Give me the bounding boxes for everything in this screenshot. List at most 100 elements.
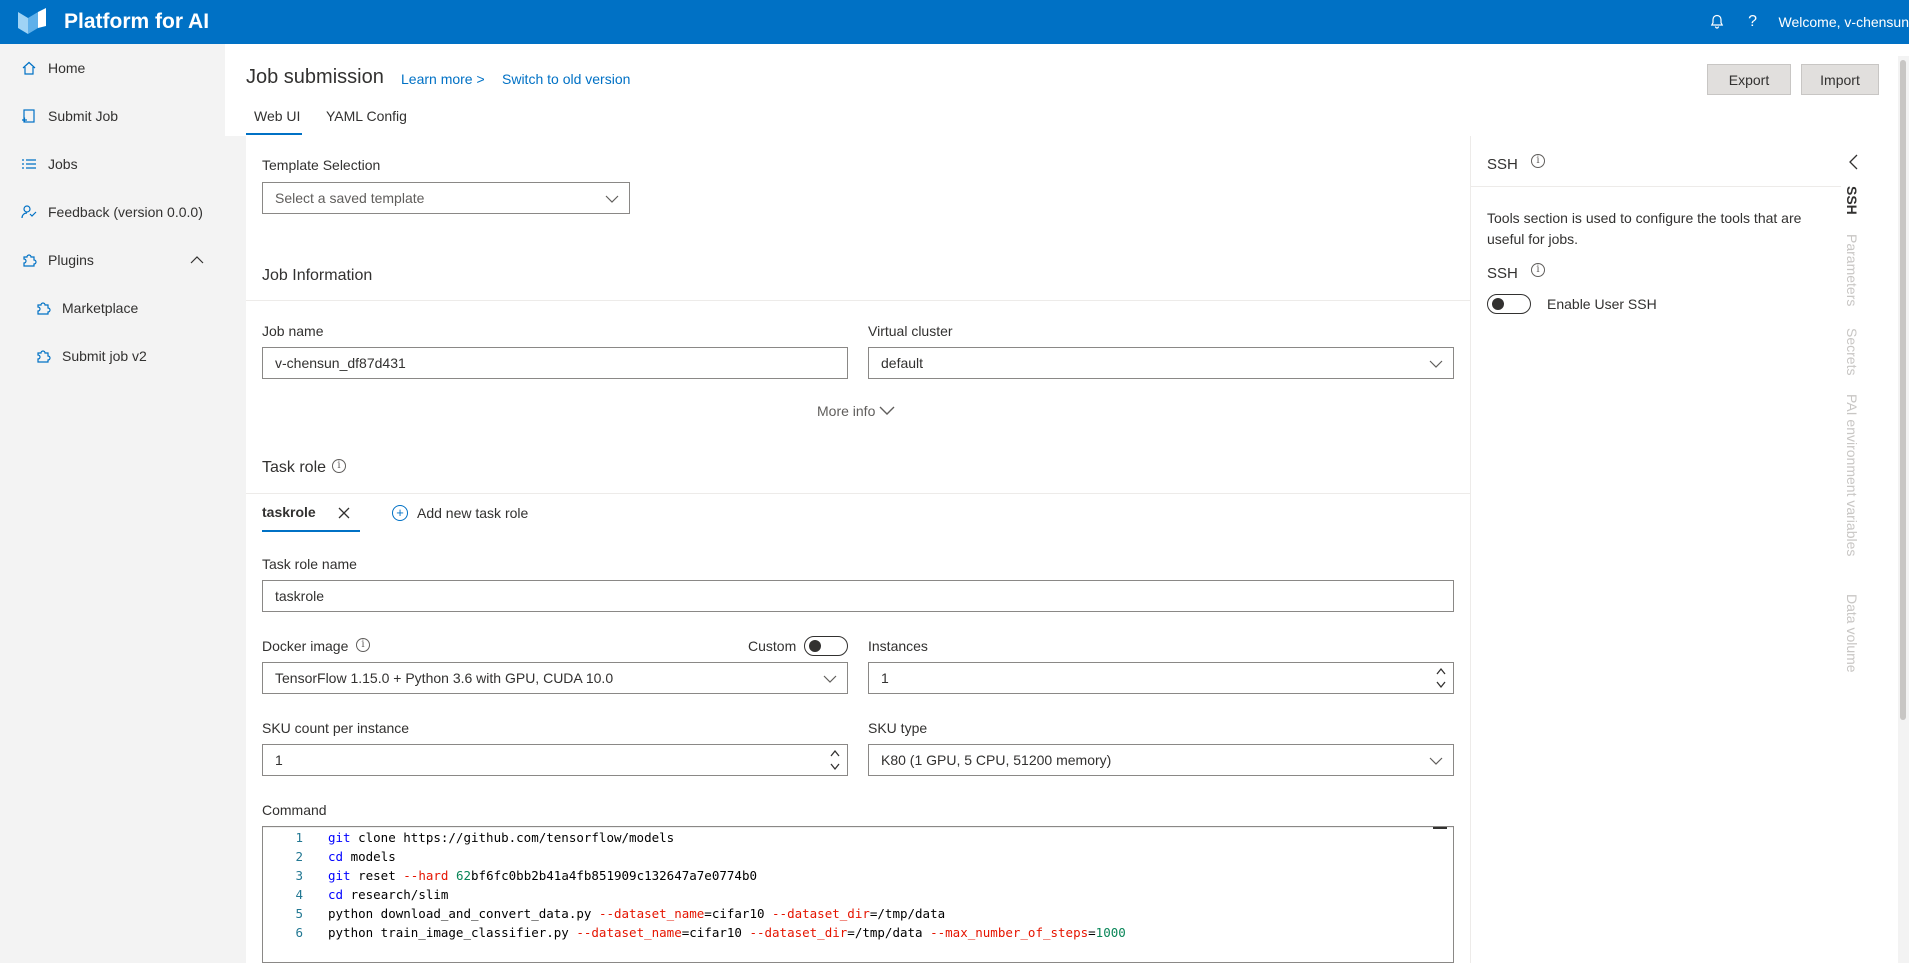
pai-logo-icon[interactable] [16, 6, 48, 38]
sidebar-item-label: Feedback (version 0.0.0) [48, 204, 203, 220]
toggle-knob [809, 640, 821, 652]
spin-arrows-icon[interactable] [1435, 665, 1447, 691]
enable-ssh-label: Enable User SSH [1547, 296, 1657, 312]
sidebar-item-label: Jobs [48, 156, 78, 172]
job-information-title: Job Information [262, 267, 373, 284]
notification-bell-icon[interactable] [1699, 0, 1735, 44]
tools-panel: SSH i Tools section is used to configure… [1470, 136, 1909, 963]
code-line[interactable]: 6 python train_image_classifier.py --data… [263, 923, 1453, 942]
vtab-parameters[interactable]: Parameters [1844, 234, 1860, 306]
chevron-left-icon[interactable] [1847, 154, 1861, 170]
virtual-cluster-select[interactable]: default [868, 347, 1454, 379]
import-button[interactable]: Import [1801, 64, 1879, 95]
spin-arrows-icon[interactable] [829, 747, 841, 773]
template-selection-label: Template Selection [262, 157, 381, 173]
line-number: 1 [295, 830, 303, 845]
puzzle-icon [34, 299, 52, 317]
job-name-input[interactable]: v-chensun_df87d431 [262, 347, 848, 379]
top-bar: Platform for AI ? Welcome, v-chensun [0, 0, 1909, 44]
code-line[interactable]: 1 git clone https://github.com/tensorflow… [263, 828, 1453, 847]
info-icon[interactable]: i [332, 459, 346, 473]
chevron-down-icon [879, 406, 895, 415]
sidebar: Home Submit Job Jobs Feedback (version 0… [0, 44, 225, 963]
code-text: python train_image_classifier.py --datas… [328, 925, 1126, 940]
instances-label: Instances [868, 638, 928, 654]
code-line[interactable]: 2 cd models [263, 847, 1453, 866]
sku-type-label: SKU type [868, 720, 928, 736]
plus-circle-icon: + [392, 505, 408, 521]
app-title[interactable]: Platform for AI [64, 10, 209, 34]
more-info-label: More info [817, 403, 876, 419]
code-line[interactable]: 4 cd research/slim [263, 885, 1453, 904]
welcome-user[interactable]: Welcome, v-chensun [1779, 14, 1909, 30]
template-select[interactable]: Select a saved template [262, 182, 630, 214]
command-editor[interactable]: 1 git clone https://github.com/tensorflow… [262, 826, 1454, 963]
sidebar-item-feedback[interactable]: Feedback (version 0.0.0) [0, 192, 225, 232]
line-number: 5 [295, 906, 303, 921]
sidebar-item-jobs[interactable]: Jobs [0, 144, 225, 184]
tab-yaml-config[interactable]: YAML Config [326, 108, 407, 124]
code-line[interactable]: 3 git reset --hard 62bf6fc0bb2b41a4fb8519… [263, 866, 1453, 885]
sidebar-item-label: Plugins [48, 252, 94, 268]
info-icon[interactable]: i [1531, 154, 1545, 168]
sidebar-item-home[interactable]: Home [0, 48, 225, 88]
vtab-data-volume[interactable]: Data volume [1844, 594, 1860, 673]
vtab-pai-env-vars[interactable]: PAI environment variables [1844, 394, 1860, 556]
vtab-ssh[interactable]: SSH [1844, 186, 1860, 215]
task-role-name-input[interactable]: taskrole [262, 580, 1454, 612]
virtual-cluster-label: Virtual cluster [868, 323, 953, 339]
switch-old-version-link[interactable]: Switch to old version [502, 71, 630, 87]
sidebar-item-plugins[interactable]: Plugins [0, 240, 225, 280]
instances-input[interactable]: 1 [868, 662, 1454, 694]
sidebar-item-marketplace[interactable]: Marketplace [0, 288, 225, 328]
add-task-role-button[interactable]: + Add new task role [392, 505, 528, 521]
scrollbar-thumb[interactable] [1900, 60, 1906, 720]
template-select-placeholder: Select a saved template [275, 190, 425, 206]
task-role-tab[interactable]: taskrole [262, 504, 316, 520]
virtual-cluster-value: default [881, 355, 924, 371]
ssh-label: SSH [1487, 265, 1518, 282]
docker-image-label: Docker image [262, 638, 349, 654]
sidebar-item-submit-job[interactable]: Submit Job [0, 96, 225, 136]
active-tab-indicator [246, 133, 302, 135]
code-text: python download_and_convert_data.py --da… [328, 906, 946, 921]
sidebar-item-label: Home [48, 60, 86, 76]
export-button[interactable]: Export [1707, 64, 1791, 95]
add-task-role-label: Add new task role [417, 505, 529, 521]
help-icon[interactable]: ? [1735, 0, 1771, 44]
home-icon [20, 59, 38, 77]
info-icon[interactable]: i [356, 638, 370, 652]
job-name-label: Job name [262, 323, 324, 339]
custom-label: Custom [748, 638, 797, 654]
page-scrollbar[interactable] [1898, 56, 1909, 963]
sku-count-input[interactable]: 1 [262, 744, 848, 776]
top-right-area: ? Welcome, v-chensun [1699, 0, 1909, 44]
sku-count-value: 1 [275, 752, 283, 768]
more-info-toggle[interactable]: More info [817, 403, 895, 419]
sku-type-select[interactable]: K80 (1 GPU, 5 CPU, 51200 memory) [868, 744, 1454, 776]
close-icon[interactable] [336, 505, 352, 521]
puzzle-icon [20, 251, 38, 269]
task-role-name-value: taskrole [275, 588, 325, 604]
code-text: git reset --hard 62bf6fc0bb2b41a4fb85190… [328, 868, 757, 883]
list-icon [20, 155, 38, 173]
custom-toggle[interactable] [804, 636, 848, 656]
docker-image-select[interactable]: TensorFlow 1.15.0 + Python 3.6 with GPU,… [262, 662, 848, 694]
sidebar-item-label: Submit Job [48, 108, 119, 124]
instances-value: 1 [881, 670, 889, 686]
line-number: 2 [295, 849, 303, 864]
enable-ssh-toggle[interactable] [1487, 294, 1531, 314]
sidebar-item-label: Marketplace [62, 300, 139, 316]
chevron-up-icon[interactable] [189, 252, 205, 268]
code-line[interactable]: 5 python download_and_convert_data.py --d… [263, 904, 1453, 923]
vtab-secrets[interactable]: Secrets [1844, 328, 1860, 375]
learn-more-link[interactable]: Learn more > [401, 71, 485, 87]
code-text: cd research/slim [328, 887, 449, 902]
active-task-role-indicator [262, 530, 360, 532]
content-gutter [225, 136, 246, 963]
chevron-down-icon [605, 195, 619, 203]
puzzle-icon [34, 347, 52, 365]
tab-web-ui[interactable]: Web UI [254, 108, 300, 124]
info-icon[interactable]: i [1531, 263, 1545, 277]
sidebar-item-submit-job-v2[interactable]: Submit job v2 [0, 336, 225, 376]
